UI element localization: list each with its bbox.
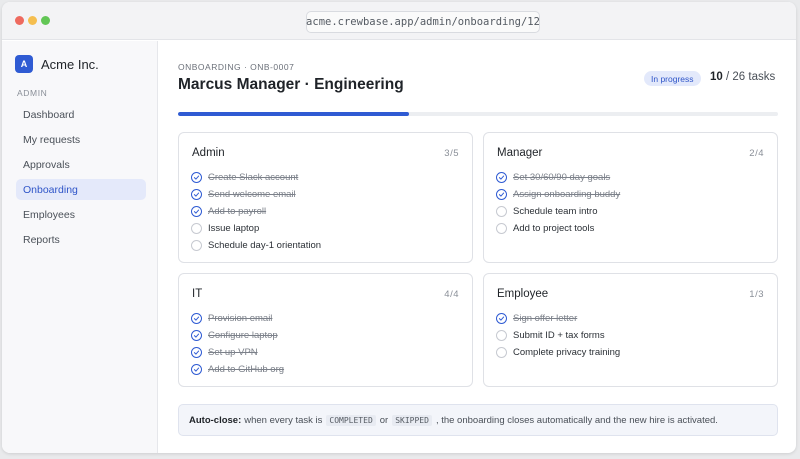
task-count: 10 / 26 tasks xyxy=(710,71,775,83)
check-circle-icon[interactable] xyxy=(496,172,507,183)
status-code: SKIPPED xyxy=(392,414,432,426)
task-item[interactable]: Complete privacy training xyxy=(496,344,620,361)
task-label: Submit ID + tax forms xyxy=(513,330,605,341)
task-label: Send welcome email xyxy=(208,189,296,200)
sidebar: A Acme Inc. ADMIN Dashboard My requests … xyxy=(2,41,158,453)
sidebar-item-employees[interactable]: Employees xyxy=(16,204,146,225)
task-label: Add to payroll xyxy=(208,206,267,217)
task-item[interactable]: Submit ID + tax forms xyxy=(496,327,620,344)
main-content: ONBOARDING · ONB-0007 Marcus Manager · E… xyxy=(159,41,796,453)
close-window-button[interactable] xyxy=(15,16,24,25)
task-card-admin: Admin 3/5 Create Slack account Send welco… xyxy=(178,132,473,263)
empty-circle-icon[interactable] xyxy=(496,206,507,217)
brand-name: Acme Inc. xyxy=(41,56,99,72)
task-label: Create Slack account xyxy=(208,172,299,183)
progress-bar xyxy=(178,112,778,116)
status-code: COMPLETED xyxy=(326,414,376,426)
empty-circle-icon[interactable] xyxy=(496,330,507,341)
task-item[interactable]: Provision email xyxy=(191,310,284,327)
task-label: Schedule day-1 orientation xyxy=(208,240,322,251)
task-item[interactable]: Add to GitHub org xyxy=(191,361,284,378)
task-label: Issue laptop xyxy=(208,223,260,234)
sidebar-item-reports[interactable]: Reports xyxy=(16,229,146,250)
task-item[interactable]: Schedule team intro xyxy=(496,203,620,220)
note-text: when every task is xyxy=(244,414,323,426)
task-label: Sign offer letter xyxy=(513,313,578,324)
empty-circle-icon[interactable] xyxy=(191,240,202,251)
card-count: 4/4 xyxy=(444,289,459,300)
browser-titlebar: acme.crewbase.app/admin/onboarding/12 xyxy=(2,2,796,40)
page-title: Marcus Manager · Engineering xyxy=(178,76,404,93)
card-count: 1/3 xyxy=(749,289,764,300)
task-item[interactable]: Schedule day-1 orientation xyxy=(191,237,321,254)
task-item[interactable]: Assign onboarding buddy xyxy=(496,186,620,203)
breadcrumb: ONBOARDING · ONB-0007 xyxy=(178,62,295,72)
task-label: Set up VPN xyxy=(208,347,258,358)
task-label: Configure laptop xyxy=(208,330,278,341)
check-circle-icon[interactable] xyxy=(191,347,202,358)
empty-circle-icon[interactable] xyxy=(496,347,507,358)
task-label: Set 30/60/90 day goals xyxy=(513,172,611,183)
card-title: Manager xyxy=(497,147,543,159)
maximize-window-button[interactable] xyxy=(41,16,50,25)
status-badge: In progress xyxy=(644,71,701,86)
task-item[interactable]: Set 30/60/90 day goals xyxy=(496,169,620,186)
tasks-done-count: 10 xyxy=(710,71,723,83)
check-circle-icon[interactable] xyxy=(496,313,507,324)
task-list: Provision email Configure laptop Set up VP… xyxy=(191,310,284,378)
check-circle-icon[interactable] xyxy=(191,206,202,217)
task-label: Add to GitHub org xyxy=(208,364,285,375)
sidebar-item-onboarding[interactable]: Onboarding xyxy=(16,179,146,200)
task-item[interactable]: Create Slack account xyxy=(191,169,321,186)
task-item[interactable]: Add to project tools xyxy=(496,220,620,237)
card-title: Admin xyxy=(192,147,225,159)
empty-circle-icon[interactable] xyxy=(191,223,202,234)
task-list: Sign offer letter Submit ID + tax forms Co… xyxy=(496,310,620,361)
note-text: , the onboarding closes automatically an… xyxy=(435,414,718,426)
task-list: Create Slack account Send welcome email Ad… xyxy=(191,169,321,254)
auto-close-note: Auto-close: when every task is COMPLETED… xyxy=(178,404,778,436)
check-circle-icon[interactable] xyxy=(496,189,507,200)
app-window: acme.crewbase.app/admin/onboarding/12 A … xyxy=(2,2,796,453)
task-label: Provision email xyxy=(208,313,273,324)
check-circle-icon[interactable] xyxy=(191,313,202,324)
card-count: 3/5 xyxy=(444,148,459,159)
progress-bar-fill xyxy=(178,112,409,116)
brand-logo: A xyxy=(15,55,33,73)
check-circle-icon[interactable] xyxy=(191,172,202,183)
task-label: Add to project tools xyxy=(513,223,595,234)
task-item[interactable]: Set up VPN xyxy=(191,344,284,361)
sidebar-nav: Dashboard My requests Approvals Onboardi… xyxy=(16,104,146,254)
task-label: Schedule team intro xyxy=(513,206,598,217)
brand[interactable]: A Acme Inc. xyxy=(15,55,99,73)
minimize-window-button[interactable] xyxy=(28,16,37,25)
task-item[interactable]: Issue laptop xyxy=(191,220,321,237)
url-bar[interactable]: acme.crewbase.app/admin/onboarding/12 xyxy=(306,11,540,33)
task-list: Set 30/60/90 day goals Assign onboarding … xyxy=(496,169,620,237)
sidebar-item-approvals[interactable]: Approvals xyxy=(16,154,146,175)
card-title: IT xyxy=(192,288,203,300)
card-count: 2/4 xyxy=(749,148,764,159)
sidebar-item-dashboard[interactable]: Dashboard xyxy=(16,104,146,125)
task-item[interactable]: Configure laptop xyxy=(191,327,284,344)
empty-circle-icon[interactable] xyxy=(496,223,507,234)
nav-section-label: ADMIN xyxy=(17,88,48,98)
task-item[interactable]: Sign offer letter xyxy=(496,310,620,327)
task-item[interactable]: Send welcome email xyxy=(191,186,321,203)
task-label: Complete privacy training xyxy=(513,347,621,358)
note-label: Auto-close: xyxy=(189,414,242,426)
card-title: Employee xyxy=(497,288,549,300)
sidebar-item-my-requests[interactable]: My requests xyxy=(16,129,146,150)
tasks-total-label: / 26 tasks xyxy=(726,71,776,83)
task-label: Assign onboarding buddy xyxy=(513,189,621,200)
task-card-employee: Employee 1/3 Sign offer letter Submit ID … xyxy=(483,273,778,387)
note-text: or xyxy=(379,414,389,426)
check-circle-icon[interactable] xyxy=(191,189,202,200)
task-item[interactable]: Add to payroll xyxy=(191,203,321,220)
check-circle-icon[interactable] xyxy=(191,330,202,341)
check-circle-icon[interactable] xyxy=(191,364,202,375)
task-card-manager: Manager 2/4 Set 30/60/90 day goals Assign… xyxy=(483,132,778,263)
task-card-it: IT 4/4 Provision email Configure laptop Se… xyxy=(178,273,473,387)
